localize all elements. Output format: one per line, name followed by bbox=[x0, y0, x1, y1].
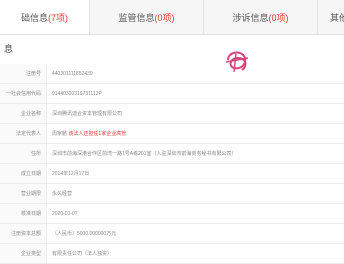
field-value: 永久经营 bbox=[52, 191, 72, 197]
related-company-link[interactable]: 该法人还担任1家企业高管 bbox=[68, 131, 126, 137]
tab-litigation-info[interactable]: 涉诉信息(0项) bbox=[204, 0, 318, 34]
detail-tabs: 础信息(7项) 监管信息(0项) 涉诉信息(0项) 其他信 bbox=[0, 0, 344, 35]
field-value: 440301111852439 bbox=[52, 71, 93, 77]
table-row: 一社会信用代码 91440300319731112P bbox=[0, 84, 344, 104]
field-value-cell: 2014年12月17日 bbox=[47, 164, 344, 184]
field-value-cell: 深圳腾讯迪合资本管理有限公司 bbox=[47, 104, 344, 124]
field-value-cell: 深圳市前海深港合作区前湾一路1号A栋201室（入驻深圳市前海商务秘书有限公司） bbox=[47, 144, 344, 164]
field-label: 企业名称 bbox=[0, 104, 47, 124]
tab-basic-info[interactable]: 础信息(7项) bbox=[0, 0, 90, 34]
field-value-cell: （人民币）5000.000000万元 bbox=[47, 224, 344, 244]
tab-regulatory-info[interactable]: 监管信息(0项) bbox=[90, 0, 204, 34]
table-row: 住所深圳市前海深港合作区前湾一路1号A栋201室（入驻深圳市前海商务秘书有限公司… bbox=[0, 144, 344, 164]
tab-other-info[interactable]: 其他信 bbox=[318, 0, 344, 34]
section-title: 息 bbox=[4, 42, 13, 55]
field-value-cell: 440301111852439 bbox=[47, 64, 344, 84]
field-value: 深圳市前海深港合作区前湾一路1号A栋201室（入驻深圳市前海商务秘书有限公司） bbox=[52, 151, 236, 157]
field-value: 周家鹏 bbox=[52, 131, 67, 137]
field-label: 注册资本总额 bbox=[0, 224, 47, 244]
field-value: 有限责任公司（法人独资） bbox=[52, 251, 112, 257]
field-value-cell: 91440300319731112P bbox=[47, 84, 344, 104]
field-value: 91440300319731112P bbox=[52, 91, 102, 97]
table-row: 营业期限永久经营 bbox=[0, 184, 344, 204]
tab-basic-info-label: 础信息(7项) bbox=[21, 11, 68, 24]
business-registration-table: 注册号 440301111852439 一社会信用代码 914403003197311… bbox=[0, 64, 344, 264]
field-value-cell: 有限责任公司（法人独资） bbox=[47, 244, 344, 264]
table-row: 法定代表人周家鹏 该法人还担任1家企业高管 bbox=[0, 124, 344, 144]
field-label: 一社会信用代码 bbox=[0, 84, 47, 104]
table-row: 核准日期 2020-01-07 bbox=[0, 204, 344, 224]
field-value: 深圳腾讯迪合资本管理有限公司 bbox=[52, 111, 122, 117]
field-value: （人民币）5000.000000万元 bbox=[52, 231, 116, 237]
field-value-cell: 永久经营 bbox=[47, 184, 344, 204]
field-value: 2020-01-07 bbox=[52, 211, 78, 217]
tab-regulatory-info-label: 监管信息(0项) bbox=[118, 11, 174, 24]
field-label: 法定代表人 bbox=[0, 124, 47, 144]
field-value: 2014年12月17日 bbox=[52, 171, 89, 177]
field-label: 企业类型 bbox=[0, 244, 47, 264]
field-label: 营业期限 bbox=[0, 184, 47, 204]
tab-other-info-label: 其他信 bbox=[330, 11, 344, 24]
field-label: 注册号 bbox=[0, 64, 47, 84]
field-label: 核准日期 bbox=[0, 204, 47, 224]
table-row: 注册号 440301111852439 bbox=[0, 64, 344, 84]
field-label: 住所 bbox=[0, 144, 47, 164]
field-label: 成立日期 bbox=[0, 164, 47, 184]
table-row: 企业类型有限责任公司（法人独资） bbox=[0, 244, 344, 264]
table-row: 企业名称深圳腾讯迪合资本管理有限公司 bbox=[0, 104, 344, 124]
table-row: 注册资本总额 （人民币）5000.000000万元 bbox=[0, 224, 344, 244]
tab-litigation-info-label: 涉诉信息(0项) bbox=[232, 11, 288, 24]
field-value-cell: 周家鹏 该法人还担任1家企业高管 bbox=[47, 124, 344, 144]
table-row: 成立日期 2014年12月17日 bbox=[0, 164, 344, 184]
field-value-cell: 2020-01-07 bbox=[47, 204, 344, 224]
